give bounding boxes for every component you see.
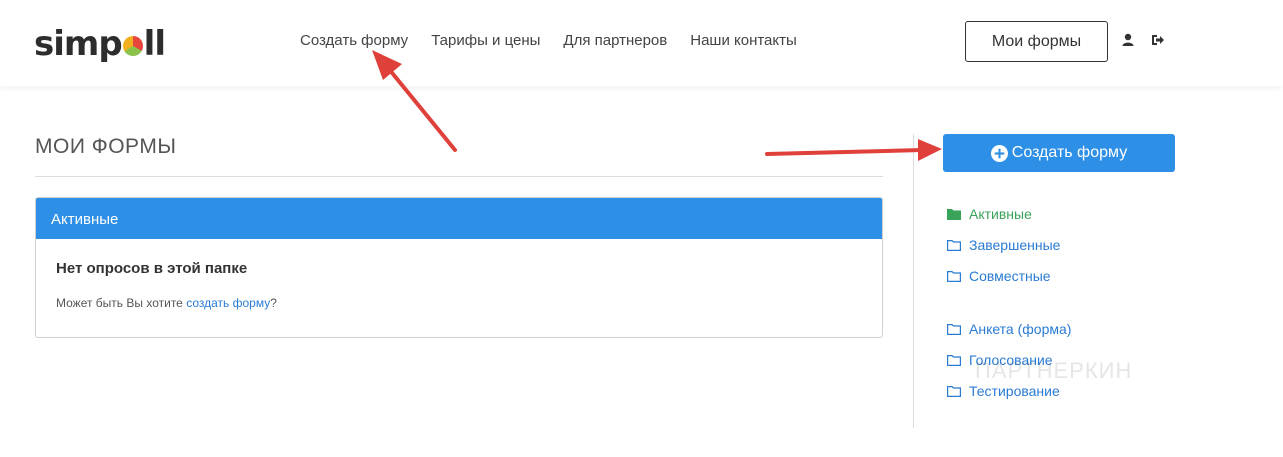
watermark: ПАРТНЕРКИН — [975, 358, 1133, 383]
logo-text-end: ll — [143, 24, 166, 64]
folder-open-icon — [947, 355, 961, 366]
user-icon[interactable] — [1121, 33, 1135, 47]
main-nav: Создать форму Тарифы и цены Для партнеро… — [300, 32, 797, 49]
type-testing-label: Тестирование — [969, 383, 1060, 399]
folder-active-label: Активные — [969, 206, 1032, 222]
folder-open-icon — [947, 386, 961, 397]
folder-completed[interactable]: Завершенные — [947, 237, 1060, 253]
empty-state-prefix: Может быть Вы хотите — [56, 296, 187, 310]
type-testing[interactable]: Тестирование — [947, 383, 1060, 399]
type-survey[interactable]: Анкета (форма) — [947, 321, 1071, 337]
create-form-button[interactable]: Создать форму — [943, 134, 1175, 172]
my-forms-button[interactable]: Мои формы — [965, 21, 1108, 62]
create-form-button-label: Создать форму — [1011, 144, 1128, 161]
nav-create-form[interactable]: Создать форму — [300, 32, 408, 49]
site-header: simp ll Создать форму Тарифы и цены Для п… — [0, 0, 1283, 86]
column-divider — [913, 134, 914, 428]
folder-shared[interactable]: Совместные — [947, 268, 1051, 284]
type-survey-label: Анкета (форма) — [969, 321, 1072, 337]
folder-active[interactable]: Активные — [947, 206, 1032, 222]
nav-pricing[interactable]: Тарифы и цены — [431, 32, 540, 49]
folder-open-icon — [947, 240, 961, 251]
page-title: МОИ ФОРМЫ — [35, 135, 177, 158]
folder-open-icon — [947, 324, 961, 335]
folder-filled-icon — [947, 209, 961, 220]
plus-circle-icon — [990, 144, 1008, 162]
title-divider — [35, 176, 883, 177]
empty-state-text: Может быть Вы хотите создать форму? — [56, 296, 862, 310]
folder-completed-label: Завершенные — [969, 237, 1061, 253]
folder-shared-label: Совместные — [969, 268, 1051, 284]
sign-out-icon[interactable] — [1151, 33, 1165, 47]
arrow-to-create-button — [765, 139, 942, 161]
panel-body: Нет опросов в этой папке Может быть Вы х… — [36, 239, 882, 331]
create-form-link[interactable]: создать форму — [186, 296, 270, 310]
empty-state-title: Нет опросов в этой папке — [56, 260, 248, 277]
folder-open-icon — [947, 271, 961, 282]
nav-contacts[interactable]: Наши контакты — [690, 32, 797, 49]
simpoll-logo[interactable]: simp ll — [34, 24, 166, 64]
empty-state-suffix: ? — [270, 296, 277, 310]
logo-pie-icon — [122, 36, 143, 56]
logo-text-start: simp — [34, 24, 123, 64]
nav-partners[interactable]: Для партнеров — [563, 32, 667, 49]
panel-heading: Активные — [36, 198, 882, 239]
active-forms-panel: Активные Нет опросов в этой папке Может … — [35, 197, 883, 338]
